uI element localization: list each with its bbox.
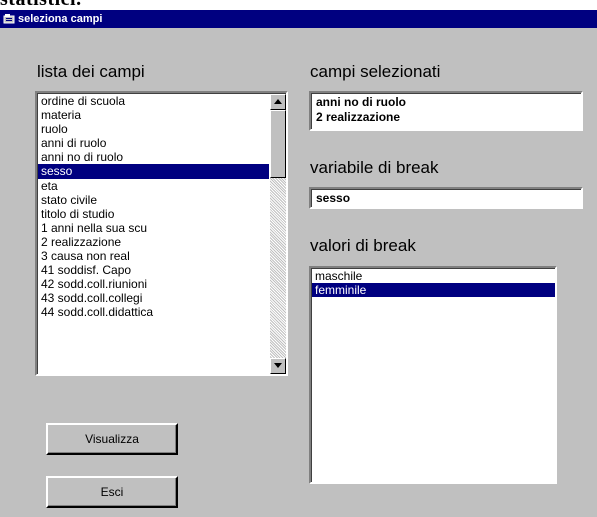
- selected-fields-label: campi selezionati: [310, 62, 441, 81]
- break-variable-field[interactable]: sesso: [309, 187, 583, 209]
- scroll-up-arrow-icon[interactable]: [270, 94, 286, 110]
- break-values-items: maschile femminile: [312, 269, 555, 482]
- window-title: seleziona campi: [18, 13, 103, 25]
- background-text-fragment: statistici.: [0, 0, 82, 10]
- dialog-window: seleziona campi lista dei campi ordine d…: [0, 10, 597, 517]
- fields-list-item[interactable]: anni no di ruolo: [38, 150, 269, 164]
- title-bar[interactable]: seleziona campi: [0, 10, 597, 28]
- fields-list-item[interactable]: sesso: [38, 164, 269, 179]
- selected-fields-box[interactable]: anni no di ruolo 2 realizzazione: [309, 91, 583, 131]
- fields-list-item[interactable]: ordine di scuola: [38, 94, 269, 108]
- fields-list-items: ordine di scuola materia ruolo anni di ruol…: [38, 94, 269, 374]
- fields-list-item[interactable]: 44 sodd.coll.didattica: [38, 305, 269, 319]
- fields-list-item[interactable]: 3 causa non real: [38, 249, 269, 263]
- fields-list-item[interactable]: titolo di studio: [38, 207, 269, 221]
- break-value-item[interactable]: femminile: [312, 283, 555, 298]
- exit-button[interactable]: Esci: [46, 476, 178, 508]
- break-value-item[interactable]: maschile: [312, 269, 555, 283]
- scroll-thumb[interactable]: [270, 110, 286, 178]
- fields-list-item[interactable]: stato civile: [38, 193, 269, 207]
- fields-listbox[interactable]: ordine di scuola materia ruolo anni di ruol…: [35, 91, 288, 376]
- break-variable-label: variabile di break: [310, 158, 439, 177]
- selected-field-item[interactable]: 2 realizzazione: [312, 109, 581, 124]
- window-app-icon: [3, 14, 15, 24]
- selected-fields-items: anni no di ruolo 2 realizzazione: [312, 94, 581, 129]
- selected-field-item[interactable]: anni no di ruolo: [312, 94, 581, 109]
- fields-list-label: lista dei campi: [37, 62, 145, 81]
- break-variable-value: sesso: [316, 191, 351, 205]
- fields-list-item[interactable]: 2 realizzazione: [38, 235, 269, 249]
- view-button[interactable]: Visualizza: [46, 423, 178, 455]
- fields-list-item[interactable]: materia: [38, 108, 269, 122]
- fields-list-item[interactable]: 43 sodd.coll.collegi: [38, 291, 269, 305]
- fields-list-item[interactable]: 41 soddisf. Capo: [38, 263, 269, 277]
- fields-list-item[interactable]: eta: [38, 179, 269, 193]
- fields-list-scrollbar[interactable]: [270, 94, 286, 374]
- scroll-down-arrow-icon[interactable]: [270, 358, 286, 374]
- fields-list-item[interactable]: 1 anni nella sua scu: [38, 221, 269, 235]
- break-values-listbox[interactable]: maschile femminile: [309, 266, 557, 484]
- fields-list-item[interactable]: ruolo: [38, 122, 269, 136]
- fields-list-item[interactable]: anni di ruolo: [38, 136, 269, 150]
- fields-list-item[interactable]: 42 sodd.coll.riunioni: [38, 277, 269, 291]
- break-values-label: valori di break: [310, 236, 416, 255]
